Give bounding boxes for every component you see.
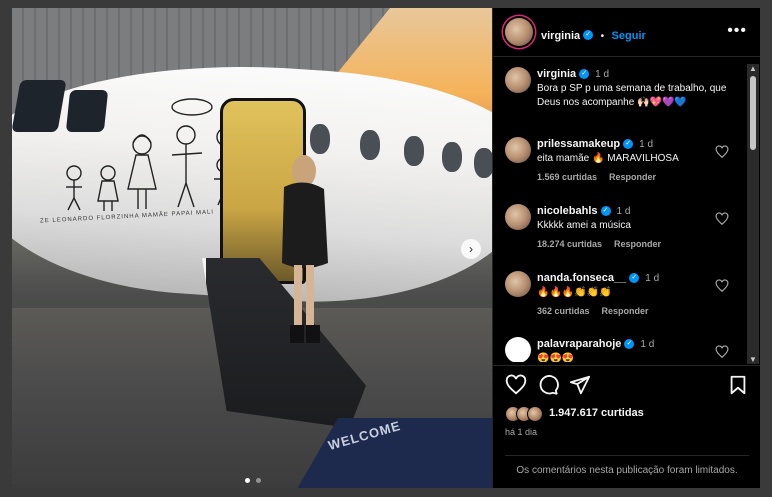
heart-icon[interactable] [715, 345, 729, 359]
reply-button[interactable]: Responder [609, 172, 656, 182]
comment-time[interactable]: 1 d [640, 339, 654, 350]
comments-list: virginia ✓ 1 d Bora p SP p uma semana de t… [493, 57, 745, 362]
comment-icon[interactable] [537, 374, 559, 396]
comment-likes[interactable]: 18.274 curtidas [537, 239, 602, 249]
reply-button[interactable]: Responder [602, 306, 649, 316]
comment-avatar[interactable] [505, 204, 531, 230]
caption-avatar[interactable] [505, 67, 531, 93]
scroll-thumb[interactable] [750, 76, 756, 150]
cabin-window [360, 130, 380, 160]
person-boarding [282, 155, 328, 343]
carousel-dot-active [245, 478, 250, 483]
carousel-dot [256, 478, 262, 483]
comment-likes[interactable]: 1.569 curtidas [537, 172, 597, 182]
post-time[interactable]: há 1 dia [505, 427, 537, 437]
heart-icon[interactable] [715, 279, 729, 293]
comment-username[interactable]: nanda.fonseca__ [537, 272, 626, 284]
verified-icon: ✓ [579, 69, 590, 80]
heart-icon[interactable] [505, 374, 527, 396]
heart-icon[interactable] [715, 212, 729, 226]
next-arrow-icon[interactable]: › [461, 239, 481, 259]
comments-scrollbar[interactable]: ▲ ▼ [747, 64, 759, 364]
comment-text: 😍😍😍 [537, 353, 575, 362]
scroll-down-icon[interactable]: ▼ [749, 355, 757, 364]
cabin-window [310, 124, 330, 154]
author-avatar[interactable] [505, 18, 533, 46]
comment-text: Kkkkk amei a música [537, 220, 631, 231]
comments-limited-notice: Os comentários nesta publicação foram li… [505, 455, 749, 478]
comment-text: eita mamãe 🔥 MARAVILHOSA [537, 153, 679, 164]
comment-avatar[interactable] [505, 137, 531, 163]
comment-username[interactable]: nicolebahls [537, 205, 598, 217]
comment-time[interactable]: 1 d [645, 273, 659, 284]
caption-text: Bora p SP p uma semana de trabalho, que … [537, 83, 727, 108]
reply-button[interactable]: Responder [614, 239, 661, 249]
heart-icon[interactable] [715, 145, 729, 159]
author-username[interactable]: virginia [541, 30, 580, 42]
post-header: virginia ✓ • Seguir ••• [493, 8, 760, 57]
more-icon[interactable]: ••• [727, 22, 747, 40]
caption-username[interactable]: virginia [537, 68, 576, 80]
cabin-window [404, 136, 424, 166]
caption-time[interactable]: 1 d [595, 69, 609, 80]
post-actions: 1.947.617 curtidas há 1 dia Os comentári… [493, 365, 760, 488]
cabin-window [474, 148, 492, 178]
share-icon[interactable] [569, 374, 591, 396]
carousel-dots [244, 470, 262, 488]
comment-likes[interactable]: 362 curtidas [537, 306, 590, 316]
verified-icon: ✓ [624, 339, 635, 350]
comment-time[interactable]: 1 d [639, 139, 653, 150]
comment-avatar[interactable] [505, 337, 531, 362]
verified-icon: ✓ [583, 29, 594, 40]
liker-avatar [527, 406, 543, 422]
scroll-up-icon[interactable]: ▲ [749, 64, 757, 73]
likes-count[interactable]: 1.947.617 curtidas [549, 407, 644, 419]
verified-icon: ✓ [629, 273, 640, 284]
bookmark-icon[interactable] [727, 374, 749, 396]
verified-icon: ✓ [623, 139, 634, 150]
comment-username[interactable]: palavraparahoje [537, 338, 621, 350]
post-modal: ZE LEONARDO FLORZINHA MAMÃE PAPAI MALI W… [12, 8, 760, 488]
post-image[interactable]: ZE LEONARDO FLORZINHA MAMÃE PAPAI MALI W… [12, 8, 492, 488]
follow-button[interactable]: Seguir [612, 30, 646, 42]
comment-time[interactable]: 1 d [617, 206, 631, 217]
header-separator: • [600, 31, 605, 42]
comment-avatar[interactable] [505, 271, 531, 297]
post-side-panel: virginia ✓ • Seguir ••• virginia ✓ 1 d Bora… [492, 8, 760, 488]
comment-username[interactable]: prilessamakeup [537, 138, 620, 150]
verified-icon: ✓ [600, 206, 611, 217]
comment-text: 🔥🔥🔥👏👏👏 [537, 287, 612, 298]
cabin-window [442, 142, 462, 172]
